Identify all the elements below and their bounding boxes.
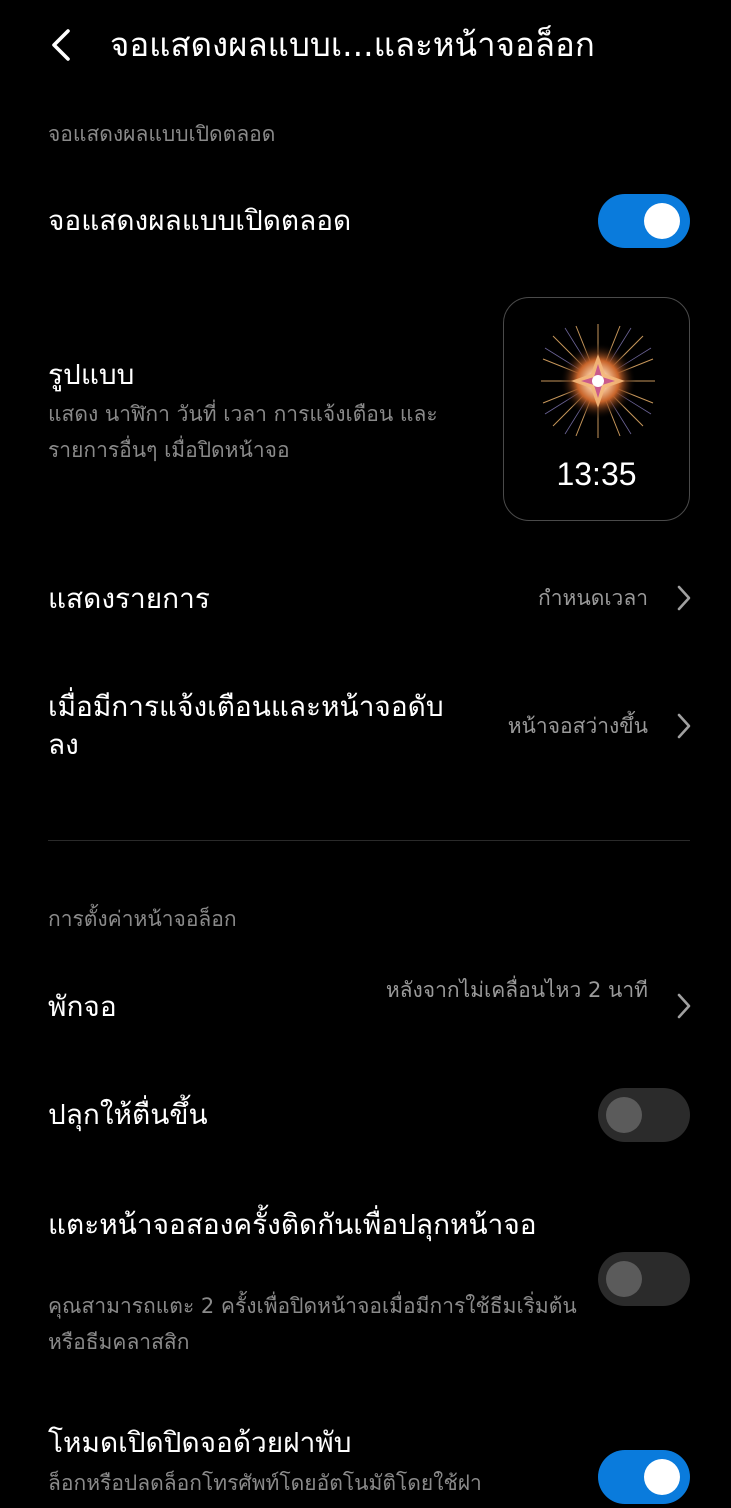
style-title: รูปแบบ xyxy=(48,358,135,391)
show-items-label[interactable]: แสดงรายการ xyxy=(48,580,210,618)
wake-up-label: ปลุกให้ตื่นขึ้น xyxy=(48,1098,208,1131)
double-tap-toggle[interactable] xyxy=(598,1252,690,1306)
kaleidoscope-clock-art xyxy=(541,324,655,438)
section-header-lock-screen: การตั้งค่าหน้าจอล็อก xyxy=(48,907,237,931)
double-tap-label: แตะหน้าจอสองครั้งติดกันเพื่อปลุกหน้าจอ xyxy=(48,1208,537,1241)
toggle-knob xyxy=(606,1097,642,1133)
notification-value: หน้าจอสว่างขึ้น xyxy=(507,714,648,738)
style-preview-card[interactable]: 13:35 xyxy=(503,297,690,521)
wake-up-toggle[interactable] xyxy=(598,1088,690,1142)
toggle-knob xyxy=(644,1459,680,1495)
toggle-knob xyxy=(606,1261,642,1297)
always-on-display-label: จอแสดงผลแบบเปิดตลอด xyxy=(48,204,352,237)
double-tap-subtitle: คุณสามารถแตะ 2 ครั้งเพื่อปิดหน้าจอเมื่อม… xyxy=(48,1294,577,1354)
chevron-left-icon[interactable] xyxy=(44,25,80,65)
sleep-value: หลังจากไม่เคลื่อนไหว 2 นาที xyxy=(385,978,648,1002)
flip-cover-label: โหมดเปิดปิดจอด้วยฝาพับ xyxy=(48,1426,352,1459)
section-header-aod: จอแสดงผลแบบเปิดตลอด xyxy=(48,122,276,146)
style-subtitle: แสดง นาฬิกา วันที่ เวลา การแจ้งเตือน และ… xyxy=(48,402,438,462)
chevron-right-icon xyxy=(677,993,691,1019)
top-bar: จอแสดงผลแบบเ...และหน้าจอล็อก xyxy=(0,0,731,95)
chevron-right-icon xyxy=(677,585,691,611)
section-divider xyxy=(48,840,690,841)
always-on-display-toggle[interactable] xyxy=(598,194,690,248)
chevron-right-icon xyxy=(677,713,691,739)
flip-cover-toggle[interactable] xyxy=(598,1450,690,1504)
page-title: จอแสดงผลแบบเ...และหน้าจอล็อก xyxy=(110,25,595,64)
show-items-value: กำหนดเวลา xyxy=(538,586,648,610)
sleep-label[interactable]: พักจอ xyxy=(48,988,117,1026)
toggle-knob xyxy=(644,203,680,239)
flip-cover-subtitle: ล็อกหรือปลดล็อกโทรศัพท์โดยอัตโนมัติโดยใช… xyxy=(48,1471,482,1495)
preview-clock-time: 13:35 xyxy=(556,456,637,492)
notification-label[interactable]: เมื่อมีการแจ้งเตือนและหน้าจอดับลง xyxy=(48,688,448,764)
